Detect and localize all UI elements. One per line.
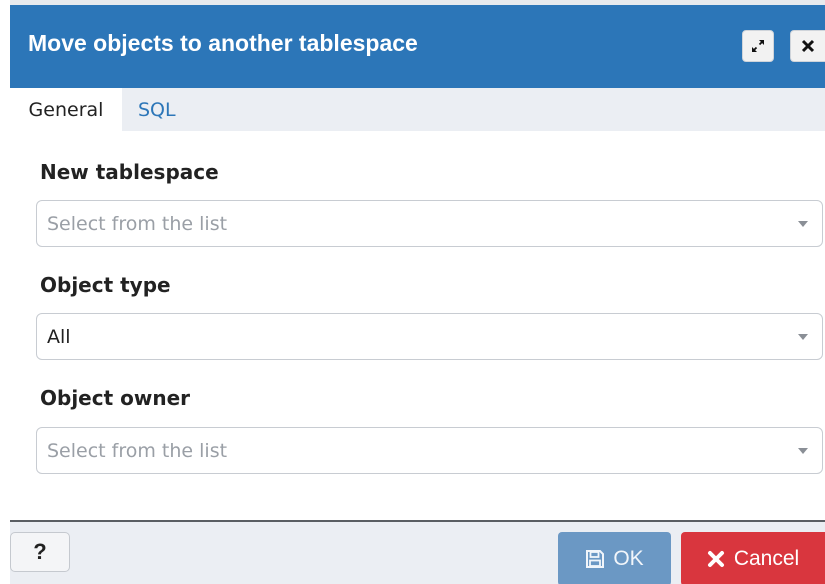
object-owner-placeholder: Select from the list (47, 440, 228, 462)
save-icon (586, 550, 605, 568)
chevron-down-icon (798, 448, 808, 454)
cancel-button[interactable]: Cancel (681, 532, 825, 584)
tab-strip: General SQL (10, 88, 825, 131)
tab-general[interactable]: General (10, 88, 122, 131)
chevron-down-icon (798, 334, 808, 340)
maximize-icon (752, 40, 764, 52)
object-type-select[interactable]: All (36, 313, 823, 360)
object-owner-label: Object owner (40, 386, 190, 410)
chevron-down-icon (798, 221, 808, 227)
new-tablespace-placeholder: Select from the list (47, 213, 228, 235)
object-type-label: Object type (40, 273, 171, 297)
tab-sql[interactable]: SQL (126, 88, 188, 131)
cancel-label: Cancel (733, 547, 800, 570)
close-icon (801, 39, 815, 53)
move-objects-dialog: Move objects to another tablespace Gener… (10, 0, 825, 584)
close-button[interactable] (790, 30, 825, 62)
maximize-button[interactable] (742, 30, 774, 62)
help-button[interactable]: ? (10, 532, 70, 572)
object-type-value: All (47, 326, 71, 348)
new-tablespace-label: New tablespace (40, 160, 219, 184)
dialog-footer: ? OK Cancel (10, 520, 825, 584)
ok-label: OK (613, 547, 644, 570)
dialog-titlebar[interactable]: Move objects to another tablespace (10, 0, 825, 88)
ok-button[interactable]: OK (558, 532, 671, 584)
object-owner-select[interactable]: Select from the list (36, 427, 823, 474)
cancel-x-icon (707, 551, 724, 567)
dialog-title: Move objects to another tablespace (28, 30, 418, 56)
new-tablespace-select[interactable]: Select from the list (36, 200, 823, 247)
